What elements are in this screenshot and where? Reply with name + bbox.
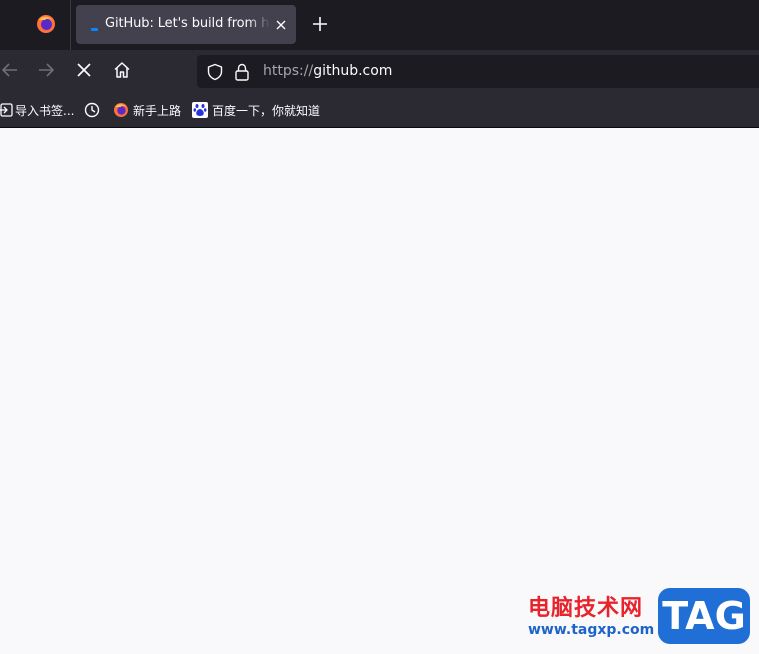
home-icon[interactable] — [112, 60, 132, 80]
navigation-toolbar: https://github.com — [0, 50, 759, 90]
tab-github[interactable]: GitHub: Let's build from here — [76, 5, 296, 44]
import-icon — [0, 103, 13, 117]
bookmark-label: 导入书签... — [15, 103, 75, 118]
watermark-site-name: 电脑技术网 — [528, 596, 644, 621]
bookmark-baidu[interactable]: 百度一下，你就知道 — [192, 101, 320, 119]
url-scheme: https:// — [263, 63, 314, 79]
stop-loading-icon[interactable] — [74, 60, 94, 80]
watermark-url: www.tagxp.com — [528, 622, 655, 638]
watermark-tag-badge: TAG — [658, 588, 750, 644]
tab-title: GitHub: Let's build from here — [105, 16, 270, 31]
watermark: 电脑技术网 www.tagxp.com TAG — [524, 586, 759, 654]
lock-icon[interactable] — [234, 63, 250, 81]
bookmark-history[interactable] — [84, 101, 100, 119]
new-tab-plus-icon[interactable] — [311, 15, 329, 33]
bookmark-label: 百度一下，你就知道 — [212, 103, 321, 118]
tab-strip: GitHub: Let's build from here — [0, 0, 759, 50]
baidu-paw-icon — [192, 102, 208, 118]
page-content-area[interactable] — [0, 128, 759, 654]
history-clock-icon — [84, 102, 100, 118]
loading-indicator-icon — [91, 28, 98, 31]
firefox-menu-icon[interactable] — [36, 14, 56, 34]
bookmark-label: 新手上路 — [133, 103, 182, 118]
firefox-icon — [114, 103, 128, 117]
tab-close-icon[interactable] — [274, 18, 288, 32]
address-bar[interactable]: https://github.com — [197, 55, 759, 88]
back-arrow-icon[interactable] — [0, 60, 20, 80]
tracking-protection-shield-icon[interactable] — [206, 63, 224, 81]
forward-arrow-icon[interactable] — [36, 60, 56, 80]
bookmark-getting-started[interactable]: 新手上路 — [113, 101, 181, 119]
tab-separator — [70, 0, 71, 50]
url-host: github.com — [313, 63, 393, 79]
bookmark-import[interactable]: 导入书签... — [0, 101, 74, 119]
url-text[interactable]: https://github.com — [263, 63, 392, 79]
bookmarks-toolbar: 导入书签... 新手上路 百度一下，你就知道 — [0, 90, 759, 128]
